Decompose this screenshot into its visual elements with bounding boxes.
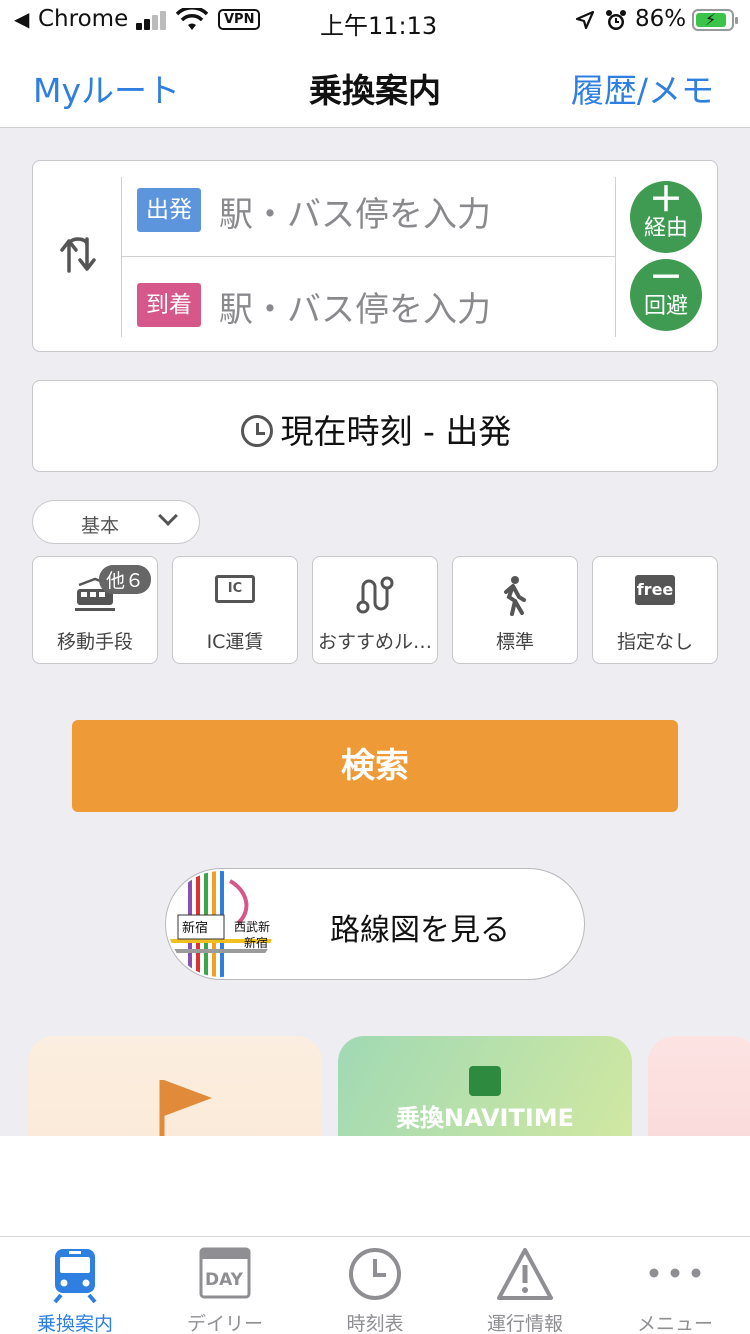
battery-icon: ⚡ bbox=[692, 9, 738, 31]
option-label: IC運賃 bbox=[206, 631, 264, 653]
location-icon bbox=[575, 10, 595, 36]
tab-bar: 乗換案内 DAY デイリー 時刻表 運行情報 メニュー bbox=[0, 1236, 750, 1334]
navigation-bar: 乗換案内 Myルート 履歴/メモ bbox=[0, 40, 750, 128]
option-walk-speed[interactable]: 標準 bbox=[452, 556, 578, 664]
clock-time: 上午11:13 bbox=[320, 12, 438, 40]
alarm-icon bbox=[604, 9, 628, 39]
minus-icon: － bbox=[649, 258, 683, 298]
clock-icon bbox=[240, 415, 273, 447]
route-map-button[interactable]: 新宿 西武新 新宿 路線図を見る bbox=[165, 868, 585, 980]
option-label: 指定なし bbox=[616, 631, 693, 653]
divider bbox=[121, 256, 615, 257]
status-bar: ◀ Chrome VPN 上午11:13 86% ⚡ bbox=[0, 0, 750, 40]
map-station-label: 新宿 bbox=[244, 935, 268, 950]
chevron-down-icon bbox=[158, 506, 178, 526]
option-label: 移動手段 bbox=[56, 631, 133, 653]
more-modes-badge: 他６ bbox=[99, 565, 152, 594]
tab-label: 時刻表 bbox=[346, 1313, 404, 1334]
search-button[interactable]: 検索 bbox=[72, 720, 678, 812]
time-setting-button[interactable]: 現在時刻 - 出発 bbox=[32, 380, 718, 472]
map-station-label: 新宿 bbox=[182, 920, 208, 936]
battery-percent: 86% bbox=[635, 6, 687, 32]
warning-icon bbox=[450, 1247, 600, 1301]
calendar-icon: DAY bbox=[150, 1247, 300, 1299]
train-icon bbox=[0, 1247, 150, 1303]
signal-icon bbox=[136, 10, 166, 30]
history-memo-button[interactable]: 履歴/メモ bbox=[571, 64, 714, 112]
map-station-label: 西武新 bbox=[234, 919, 270, 934]
departure-input[interactable]: 駅・バス停を入力 bbox=[219, 187, 491, 236]
plus-icon: ＋ bbox=[649, 180, 683, 220]
walk-icon bbox=[453, 575, 577, 621]
route-map-thumbnail: 新宿 西武新 新宿 bbox=[168, 871, 274, 977]
avoid-label: 回避 bbox=[643, 294, 688, 319]
promo-title: 乗換NAVITIME bbox=[395, 1104, 575, 1132]
vpn-badge: VPN bbox=[218, 9, 261, 30]
tab-daily[interactable]: DAY デイリー bbox=[150, 1237, 300, 1334]
tab-transit[interactable]: 乗換案内 bbox=[0, 1237, 150, 1334]
arrival-input[interactable]: 駅・バス停を入力 bbox=[219, 282, 491, 331]
time-setting-label: 現在時刻 - 出発 bbox=[280, 412, 512, 451]
tab-menu[interactable]: メニュー bbox=[600, 1237, 750, 1334]
swap-icon[interactable] bbox=[57, 233, 101, 281]
option-label: 標準 bbox=[495, 631, 534, 653]
add-avoid-button[interactable]: － 回避 bbox=[630, 259, 702, 331]
option-seat-type[interactable]: free 指定なし bbox=[592, 556, 718, 664]
option-ic-fare[interactable]: IC IC運賃 bbox=[172, 556, 298, 664]
back-triangle-icon[interactable]: ◀ bbox=[14, 7, 29, 31]
app-logo-icon bbox=[469, 1066, 501, 1096]
arrival-tag: 到着 bbox=[137, 283, 201, 327]
clock-icon bbox=[300, 1247, 450, 1301]
tab-label: 乗換案内 bbox=[36, 1313, 113, 1334]
via-label: 経由 bbox=[643, 216, 688, 241]
option-label: おすすめル… bbox=[317, 631, 432, 653]
tab-timetable[interactable]: 時刻表 bbox=[300, 1237, 450, 1334]
tab-service-info[interactable]: 運行情報 bbox=[450, 1237, 600, 1334]
content-fade bbox=[0, 1136, 750, 1236]
wifi-icon bbox=[175, 6, 209, 38]
divider bbox=[121, 177, 122, 337]
more-icon bbox=[600, 1267, 750, 1279]
tab-label: 運行情報 bbox=[486, 1313, 563, 1334]
my-route-button[interactable]: Myルート bbox=[33, 64, 180, 112]
option-route-priority[interactable]: おすすめル… bbox=[312, 556, 438, 664]
tab-label: デイリー bbox=[186, 1313, 263, 1334]
departure-tag: 出発 bbox=[137, 188, 201, 232]
back-app-label[interactable]: Chrome bbox=[38, 6, 128, 32]
preset-label: 基本 bbox=[81, 515, 120, 537]
option-transport-mode[interactable]: 他６ 移動手段 bbox=[32, 556, 158, 664]
tab-label: メニュー bbox=[636, 1313, 713, 1334]
route-input-panel: 出発 駅・バス停を入力 到着 駅・バス停を入力 ＋ 経由 － 回避 bbox=[32, 160, 718, 352]
preset-dropdown[interactable]: 基本 bbox=[32, 500, 200, 544]
route-icon bbox=[313, 575, 437, 619]
route-map-label: 路線図を見る bbox=[330, 913, 510, 948]
free-icon: free bbox=[635, 575, 675, 605]
divider bbox=[615, 177, 616, 337]
ic-card-icon: IC bbox=[215, 575, 255, 603]
add-via-button[interactable]: ＋ 経由 bbox=[630, 181, 702, 253]
calendar-day-text: DAY bbox=[205, 1270, 244, 1290]
